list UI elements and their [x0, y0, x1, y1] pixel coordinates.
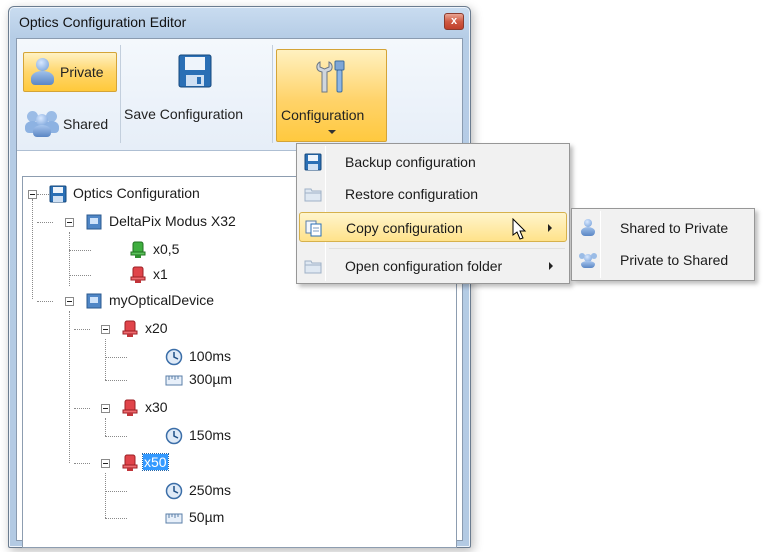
- tree-node-label: DeltaPix Modus X32: [109, 213, 236, 229]
- tree-node-label: 100ms: [189, 348, 232, 364]
- tree-node-label: 150ms: [189, 427, 232, 443]
- tree-node-label: 50µm: [189, 509, 225, 525]
- collapse-toggle[interactable]: [65, 297, 74, 306]
- menu-item-open-folder[interactable]: Open configuration folder: [299, 251, 567, 281]
- ribbon: Private Shared Save Configuration Config…: [17, 39, 462, 151]
- floppy-icon: [178, 54, 212, 88]
- configuration-button[interactable]: Configuration: [276, 49, 387, 142]
- menu-item-label: Open configuration folder: [345, 258, 503, 274]
- menu-item-label: Restore configuration: [345, 186, 479, 202]
- tree-node-label: x20: [145, 320, 168, 336]
- configuration-menu: Backup configuration Restore configurati…: [296, 143, 570, 284]
- chevron-right-icon: [549, 262, 553, 270]
- copy-icon: [305, 220, 322, 237]
- folder-icon: [304, 260, 322, 274]
- collapse-toggle[interactable]: [101, 459, 110, 468]
- mouse-cursor-icon: [512, 218, 527, 240]
- menu-item-label: Backup configuration: [345, 154, 476, 170]
- menu-item-private-to-shared[interactable]: Private to Shared: [574, 245, 752, 275]
- menu-item-backup[interactable]: Backup configuration: [299, 147, 567, 177]
- tree-node-label: x1: [153, 266, 168, 282]
- floppy-icon: [304, 153, 322, 171]
- tree-node-label: x50: [142, 453, 169, 471]
- title-bar[interactable]: Optics Configuration Editor x: [9, 7, 470, 37]
- shared-label: Shared: [63, 116, 109, 132]
- user-icon: [579, 219, 597, 237]
- menu-item-restore[interactable]: Restore configuration: [299, 179, 567, 209]
- chevron-right-icon: [548, 224, 552, 232]
- tree-node-label: 300µm: [189, 371, 233, 387]
- chevron-down-icon: [328, 130, 336, 134]
- collapse-toggle[interactable]: [28, 190, 37, 199]
- tree-node-label: x30: [145, 399, 168, 415]
- folder-icon: [304, 188, 322, 202]
- shared-button[interactable]: Shared: [23, 104, 117, 144]
- tree-node-label: x0,5: [153, 241, 180, 257]
- objective-red-icon: [122, 320, 138, 337]
- floppy-icon: [49, 185, 67, 203]
- users-icon: [25, 108, 61, 138]
- clock-icon: [165, 427, 183, 445]
- ruler-icon: [165, 375, 183, 386]
- ribbon-separator: [120, 45, 121, 143]
- tree-node-label: myOpticalDevice: [109, 292, 215, 308]
- configuration-label: Configuration: [281, 107, 365, 123]
- ruler-icon: [165, 513, 183, 524]
- tree-node-label: Optics Configuration: [73, 185, 200, 201]
- menu-item-label: Copy configuration: [346, 220, 463, 236]
- objective-red-icon: [122, 399, 138, 416]
- collapse-toggle[interactable]: [101, 325, 110, 334]
- collapse-toggle[interactable]: [65, 218, 74, 227]
- menu-separator: [329, 248, 565, 249]
- clock-icon: [165, 348, 183, 366]
- objective-red-icon: [122, 454, 138, 471]
- users-icon: [579, 251, 597, 269]
- collapse-toggle[interactable]: [101, 404, 110, 413]
- menu-item-label: Private to Shared: [620, 252, 729, 268]
- private-button[interactable]: Private: [23, 52, 117, 92]
- user-icon: [28, 57, 58, 87]
- ribbon-separator: [272, 45, 273, 143]
- tree-node-label: 250ms: [189, 482, 232, 498]
- save-configuration-label: Save Configuration: [124, 106, 244, 122]
- client-area: Private Shared Save Configuration Config…: [16, 38, 463, 548]
- private-label: Private: [60, 64, 104, 80]
- menu-item-shared-to-private[interactable]: Shared to Private: [574, 213, 752, 243]
- objective-red-icon: [130, 266, 146, 283]
- save-configuration-button[interactable]: Save Configuration: [124, 44, 269, 140]
- camera-icon: [86, 214, 102, 230]
- close-button[interactable]: x: [444, 13, 464, 30]
- clock-icon: [165, 482, 183, 500]
- camera-icon: [86, 293, 102, 309]
- objective-green-icon: [130, 241, 146, 258]
- close-icon: x: [450, 15, 458, 27]
- menu-item-label: Shared to Private: [620, 220, 729, 236]
- window-title: Optics Configuration Editor: [19, 14, 187, 30]
- copy-configuration-submenu: Shared to Private Private to Shared: [571, 208, 755, 281]
- wrench-screwdriver-icon: [316, 60, 345, 93]
